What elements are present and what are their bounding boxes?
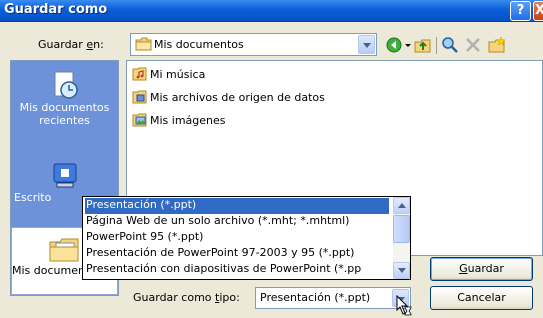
title-bar[interactable]: Guardar como ? X (0, 0, 543, 22)
file-type-dropdown-list[interactable]: Presentación (*.ppt) Página Web de un so… (82, 196, 411, 280)
file-type-option[interactable]: Presentación de PowerPoint 97-2003 y 95 … (85, 246, 389, 262)
help-button[interactable]: ? (510, 1, 531, 21)
search-web-icon[interactable] (441, 36, 459, 54)
window-title: Guardar como (4, 2, 108, 17)
save-in-label-prefix: Guardar (38, 38, 87, 51)
new-folder-icon[interactable] (488, 36, 506, 54)
place-recent-documents-label-1: Mis documentos (19, 101, 110, 114)
file-type-option[interactable]: Presentación con diapositivas de PowerPo… (85, 262, 389, 278)
file-type-combo[interactable]: Presentación (*.ppt) (255, 287, 411, 309)
chevron-down-icon (363, 43, 371, 48)
file-type-option[interactable]: Presentación (*.ppt) (85, 198, 389, 214)
scroll-down-button[interactable] (393, 262, 410, 279)
file-name: Mi música (150, 68, 206, 81)
pictures-folder-icon (132, 113, 147, 127)
file-name: Mis archivos de origen de datos (150, 91, 325, 104)
save-in-dropdown-button[interactable] (358, 35, 375, 54)
file-type-label: Guardar como tipo: (133, 291, 240, 304)
scroll-up-button[interactable] (393, 197, 410, 214)
up-folder-icon[interactable] (414, 36, 432, 54)
file-type-label-suffix: ipo: (219, 291, 240, 304)
cancel-button[interactable]: Cancelar (430, 286, 533, 310)
save-in-combo[interactable]: Mis documentos (130, 33, 377, 56)
folder-icon (135, 37, 152, 51)
file-type-label-prefix: Guardar como (133, 291, 216, 304)
desktop-icon (53, 163, 76, 188)
chevron-up-icon (398, 203, 406, 208)
delete-icon[interactable] (464, 36, 482, 54)
save-in-label: Guardar en: (38, 38, 104, 51)
save-in-value: Mis documentos (154, 38, 244, 51)
file-type-option[interactable]: Página Web de un solo archivo (*.mht; *.… (85, 214, 389, 230)
close-button[interactable]: X (533, 1, 543, 21)
cursor-busy-icon (396, 295, 412, 316)
file-type-value: Presentación (*.ppt) (260, 291, 371, 304)
recent-documents-icon (54, 71, 78, 99)
save-button-label: uardar (467, 262, 504, 275)
back-icon[interactable] (385, 36, 403, 54)
file-name: Mis imágenes (150, 114, 226, 127)
chevron-down-icon (398, 268, 406, 273)
data-sources-folder-icon (132, 90, 147, 104)
scroll-thumb[interactable] (393, 215, 410, 243)
save-button-accel: G (459, 262, 468, 275)
my-documents-icon (49, 238, 78, 262)
back-dropdown-icon[interactable] (404, 36, 412, 54)
dropdown-scrollbar[interactable] (393, 197, 410, 279)
place-recent-documents[interactable]: Mis documentos recientes (11, 69, 118, 127)
save-button[interactable]: Guardar (430, 257, 533, 281)
music-folder-icon (132, 67, 147, 81)
file-type-option[interactable]: PowerPoint 95 (*.ppt) (85, 230, 389, 246)
place-recent-documents-label-2: recientes (39, 114, 90, 127)
toolbar-separator (436, 37, 437, 54)
save-in-label-suffix: n: (93, 38, 104, 51)
